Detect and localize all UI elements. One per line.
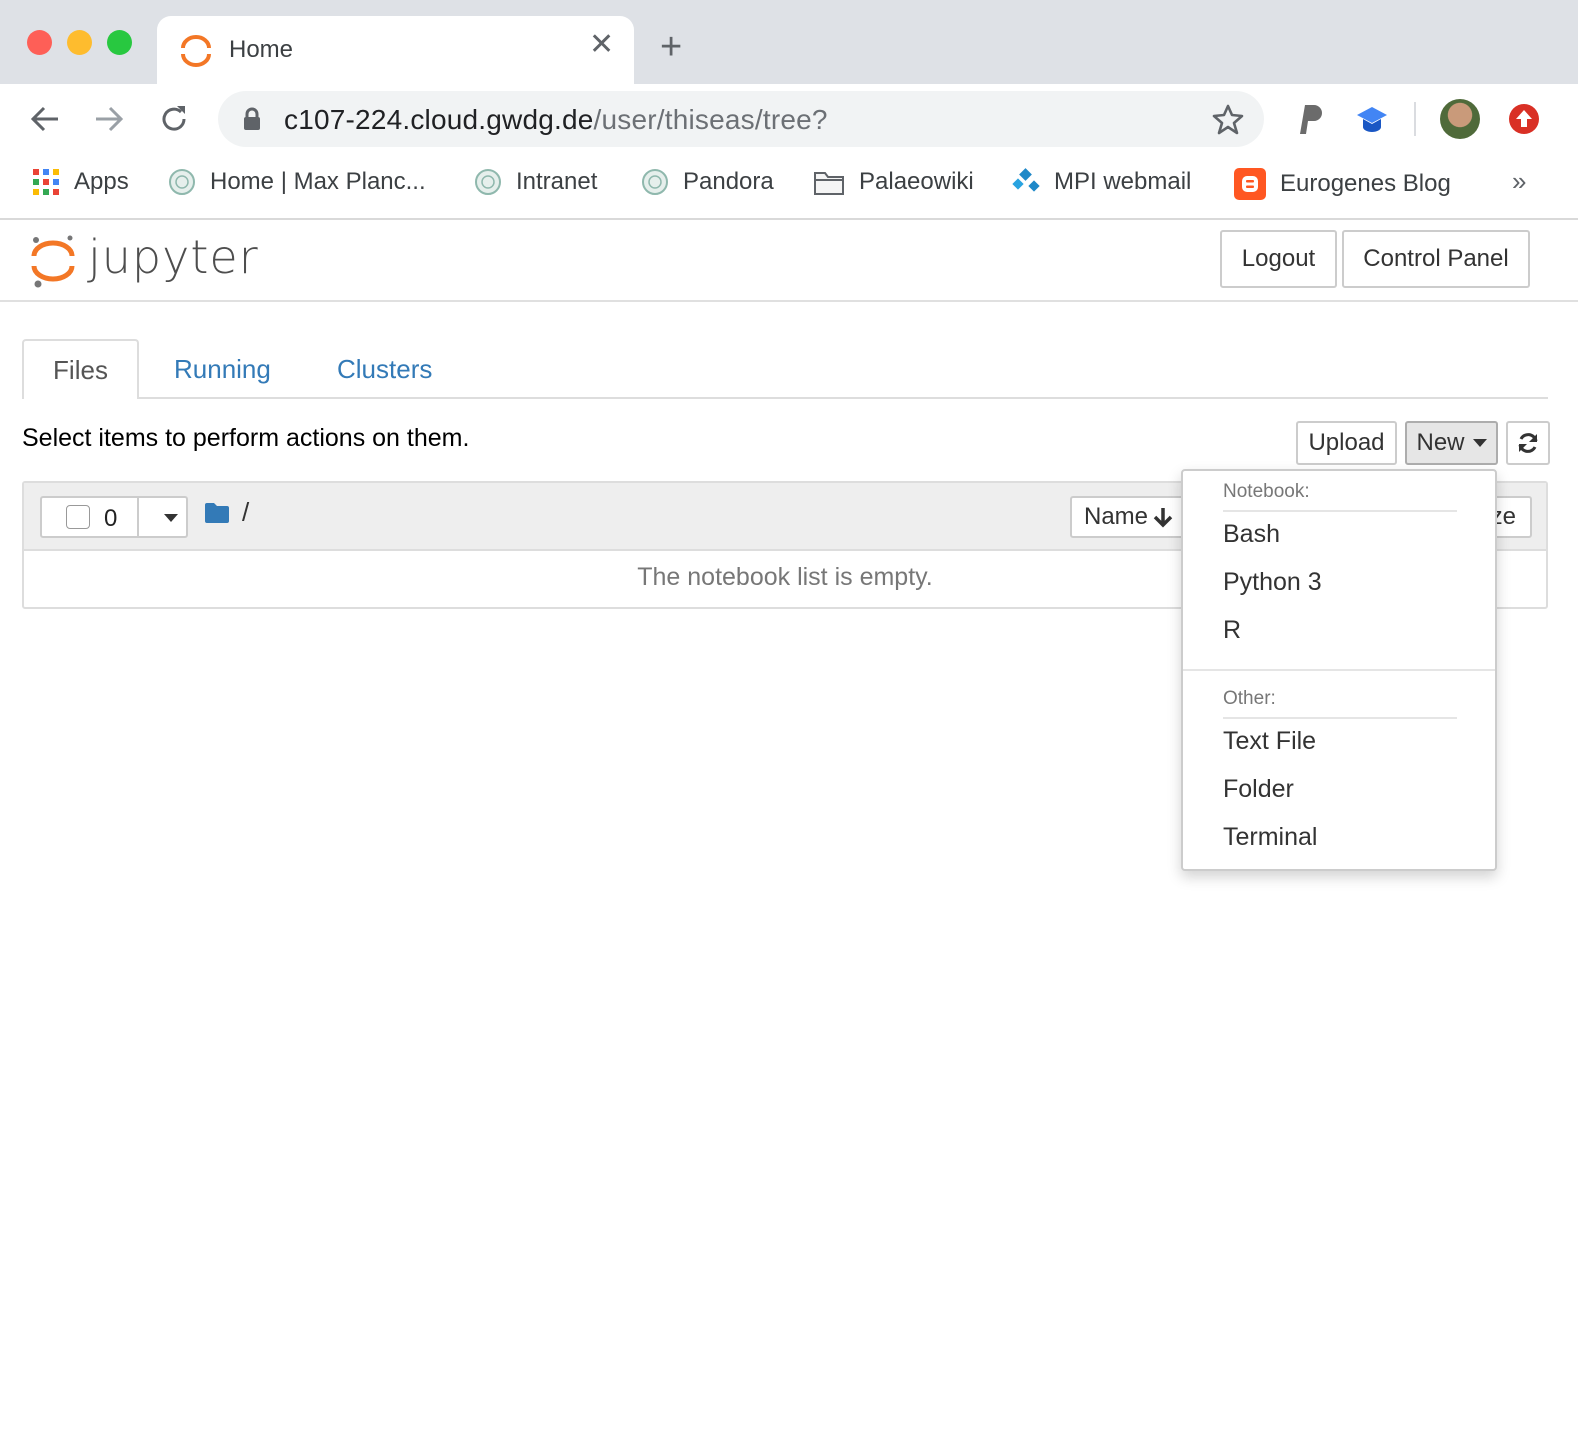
arrow-down-icon xyxy=(1153,508,1173,528)
update-extension-icon[interactable] xyxy=(1508,103,1540,135)
new-dropdown-button[interactable]: New xyxy=(1405,421,1498,465)
new-terminal[interactable]: Terminal xyxy=(1223,823,1317,852)
new-text-file[interactable]: Text File xyxy=(1223,727,1316,756)
bookmark-label: Palaeowiki xyxy=(859,168,974,195)
tabs-underline xyxy=(22,397,1548,399)
new-notebook-r[interactable]: R xyxy=(1223,616,1241,645)
bookmark-eurogenes-blog[interactable]: Eurogenes Blog xyxy=(1234,168,1451,200)
select-divider xyxy=(137,498,139,536)
new-notebook-bash[interactable]: Bash xyxy=(1223,520,1280,549)
bookmark-max-planck-home[interactable]: Home | Max Planc... xyxy=(168,168,426,196)
other-section-header: Other: xyxy=(1223,688,1276,709)
root-path-link[interactable]: / xyxy=(242,497,249,528)
tab-files[interactable]: Files xyxy=(22,339,139,399)
select-menu-caret-icon[interactable] xyxy=(164,514,178,522)
graduation-cap-extension-icon[interactable] xyxy=(1356,104,1388,134)
control-panel-button[interactable]: Control Panel xyxy=(1342,230,1530,288)
select-all-group: 0 xyxy=(40,496,188,538)
back-arrow-icon[interactable] xyxy=(28,102,62,136)
tab-running[interactable]: Running xyxy=(174,354,271,385)
menu-separator xyxy=(1183,669,1495,671)
lock-icon xyxy=(244,107,260,130)
url-host: c107-224.cloud.gwdg.de xyxy=(284,104,594,135)
bookmark-mpi-webmail[interactable]: MPI webmail xyxy=(1012,168,1191,196)
folder-icon[interactable] xyxy=(204,502,230,524)
url-path: /user/thiseas/tree? xyxy=(593,104,828,135)
refresh-icon xyxy=(1518,433,1538,453)
max-planck-logo-icon xyxy=(169,169,195,195)
blogger-icon xyxy=(1234,168,1266,200)
forward-arrow-icon[interactable] xyxy=(92,102,126,136)
bookmark-intranet[interactable]: Intranet xyxy=(474,168,597,196)
folder-icon xyxy=(814,172,844,195)
browser-tab-strip: Home ✕ + xyxy=(0,0,1578,84)
breadcrumb: / xyxy=(204,497,249,528)
bookmark-label: Intranet xyxy=(516,168,598,195)
bookmark-label: Apps xyxy=(74,168,129,195)
apps-grid-icon xyxy=(33,169,59,195)
bookmark-label: Home | Max Planc... xyxy=(210,168,426,195)
reload-icon[interactable] xyxy=(157,102,191,136)
jupyter-header: jupyter Logout Control Panel xyxy=(0,220,1578,302)
bookmarks-overflow-button[interactable]: » xyxy=(1512,166,1526,197)
selected-count: 0 xyxy=(104,505,118,532)
jupyter-favicon-icon xyxy=(181,35,211,67)
webmail-logo-icon xyxy=(1012,168,1040,192)
bookmark-label: Eurogenes Blog xyxy=(1280,170,1451,197)
logout-button[interactable]: Logout xyxy=(1220,230,1337,288)
new-folder[interactable]: Folder xyxy=(1223,775,1294,804)
tab-clusters[interactable]: Clusters xyxy=(337,354,432,385)
close-window-button[interactable] xyxy=(27,30,52,55)
bookmark-pandora[interactable]: Pandora xyxy=(641,168,774,196)
tab-title: Home xyxy=(229,36,294,63)
minimize-window-button[interactable] xyxy=(67,30,92,55)
toolbar-divider xyxy=(1414,102,1416,136)
sort-by-name-button[interactable]: Name xyxy=(1070,496,1188,538)
notebook-section-header: Notebook: xyxy=(1223,481,1310,502)
max-planck-logo-icon xyxy=(475,169,501,195)
profile-avatar[interactable] xyxy=(1440,99,1480,139)
caret-down-icon xyxy=(1472,439,1487,447)
url-text: c107-224.cloud.gwdg.de/user/thiseas/tree… xyxy=(284,104,828,136)
browser-tab-home[interactable]: Home ✕ xyxy=(157,16,634,84)
max-planck-logo-icon xyxy=(642,169,668,195)
sort-name-label: Name xyxy=(1083,503,1149,530)
refresh-button[interactable] xyxy=(1506,421,1550,465)
browser-toolbar: c107-224.cloud.gwdg.de/user/thiseas/tree… xyxy=(0,84,1578,154)
new-tab-button[interactable]: + xyxy=(660,28,682,66)
select-all-checkbox[interactable] xyxy=(66,505,90,529)
tab-close-icon[interactable]: ✕ xyxy=(589,30,614,60)
paypal-extension-icon[interactable] xyxy=(1294,102,1324,136)
address-bar[interactable]: c107-224.cloud.gwdg.de/user/thiseas/tree… xyxy=(218,91,1264,147)
section-divider xyxy=(1223,510,1457,512)
upload-button[interactable]: Upload xyxy=(1296,421,1397,465)
jupyter-logo-icon[interactable] xyxy=(28,230,78,290)
bookmark-label: Pandora xyxy=(683,168,774,195)
new-button-label: New xyxy=(1416,429,1465,456)
bookmark-label: MPI webmail xyxy=(1054,168,1192,195)
bookmark-apps[interactable]: Apps xyxy=(32,168,129,196)
jupyter-wordmark: jupyter xyxy=(88,230,259,284)
bookmark-star-icon[interactable] xyxy=(1212,103,1244,135)
bookmarks-bar: Apps Home | Max Planc... Intranet Pandor… xyxy=(0,154,1578,220)
zoom-window-button[interactable] xyxy=(107,30,132,55)
new-dropdown-menu: Notebook: Bash Python 3 R Other: Text Fi… xyxy=(1181,469,1497,871)
bookmark-palaeowiki[interactable]: Palaeowiki xyxy=(813,168,974,196)
section-divider xyxy=(1223,717,1457,719)
new-notebook-python3[interactable]: Python 3 xyxy=(1223,568,1322,597)
selection-hint: Select items to perform actions on them. xyxy=(22,424,470,452)
